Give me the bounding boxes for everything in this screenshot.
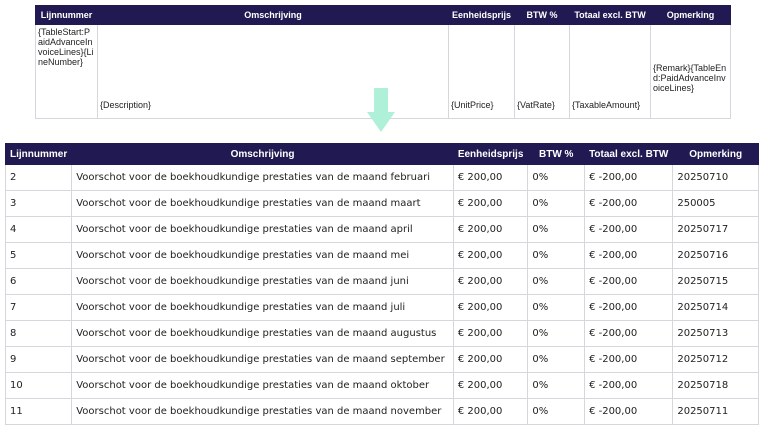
cell-line-number: 7 xyxy=(4,294,73,321)
cell-remark: 20250711 xyxy=(672,398,759,425)
table-row: 3 Voorschot voor de boekhoudkundige pres… xyxy=(4,190,759,217)
cell-vat: 0% xyxy=(527,294,586,321)
table-row: 5 Voorschot voor de boekhoudkundige pres… xyxy=(4,242,759,269)
cell-unit-price: € 200,00 xyxy=(452,372,529,399)
cell-remark: 20250717 xyxy=(672,216,759,243)
template-header-total-excl: Totaal excl. BTW xyxy=(569,5,652,25)
cell-total-excl: € -200,00 xyxy=(584,320,674,347)
template-cell-unit-price: {UnitPrice} xyxy=(447,24,516,119)
cell-remark: 20250715 xyxy=(672,268,759,295)
cell-remark: 20250718 xyxy=(672,372,759,399)
cell-unit-price: € 200,00 xyxy=(452,294,529,321)
cell-description: Voorschot voor de boekhoudkundige presta… xyxy=(71,372,454,399)
cell-line-number: 6 xyxy=(4,268,73,295)
cell-remark: 20250712 xyxy=(672,346,759,373)
result-header-description: Omschrijving xyxy=(71,143,454,165)
cell-vat: 0% xyxy=(527,242,586,269)
cell-unit-price: € 200,00 xyxy=(452,216,529,243)
template-cell-total-excl: {TaxableAmount} xyxy=(569,24,652,119)
cell-vat: 0% xyxy=(527,268,586,295)
result-header-row: Lijnnummer Omschrijving Eenheidsprijs BT… xyxy=(4,143,759,165)
template-cell-line-number: {TableStart:PaidAdvanceInvoiceLines}{Lin… xyxy=(35,24,98,119)
template-header-line-number: Lijnnummer xyxy=(35,5,98,25)
table-row: 4 Voorschot voor de boekhoudkundige pres… xyxy=(4,216,759,243)
cell-unit-price: € 200,00 xyxy=(452,242,529,269)
cell-total-excl: € -200,00 xyxy=(584,346,674,373)
cell-vat: 0% xyxy=(527,398,586,425)
cell-line-number: 10 xyxy=(4,372,73,399)
cell-remark: 20250710 xyxy=(672,164,759,191)
result-header-total-excl: Totaal excl. BTW xyxy=(584,143,674,165)
result-header-remark: Opmerking xyxy=(672,143,759,165)
cell-description: Voorschot voor de boekhoudkundige presta… xyxy=(71,190,454,217)
cell-line-number: 4 xyxy=(4,216,73,243)
cell-line-number: 8 xyxy=(4,320,73,347)
template-cell-description: {Description} xyxy=(97,24,449,119)
result-header-unit-price: Eenheidsprijs xyxy=(452,143,529,165)
cell-total-excl: € -200,00 xyxy=(584,398,674,425)
cell-unit-price: € 200,00 xyxy=(452,268,529,295)
cell-description: Voorschot voor de boekhoudkundige presta… xyxy=(71,242,454,269)
template-cell-vat: {VatRate} xyxy=(514,24,571,119)
cell-total-excl: € -200,00 xyxy=(584,190,674,217)
template-cell-remark: {Remark}{TableEnd:PaidAdvanceInvoiceLine… xyxy=(650,24,732,119)
cell-unit-price: € 200,00 xyxy=(452,398,529,425)
result-table: Lijnnummer Omschrijving Eenheidsprijs BT… xyxy=(4,143,759,425)
table-row: 2 Voorschot voor de boekhoudkundige pres… xyxy=(4,164,759,191)
cell-total-excl: € -200,00 xyxy=(584,268,674,295)
table-row: 7 Voorschot voor de boekhoudkundige pres… xyxy=(4,294,759,321)
cell-total-excl: € -200,00 xyxy=(584,216,674,243)
cell-line-number: 2 xyxy=(4,164,73,191)
cell-unit-price: € 200,00 xyxy=(452,164,529,191)
template-header-unit-price: Eenheidsprijs xyxy=(447,5,516,25)
cell-vat: 0% xyxy=(527,164,586,191)
cell-description: Voorschot voor de boekhoudkundige presta… xyxy=(71,268,454,295)
result-header-vat: BTW % xyxy=(527,143,586,165)
cell-line-number: 9 xyxy=(4,346,73,373)
cell-description: Voorschot voor de boekhoudkundige presta… xyxy=(71,398,454,425)
cell-total-excl: € -200,00 xyxy=(584,242,674,269)
cell-description: Voorschot voor de boekhoudkundige presta… xyxy=(71,164,454,191)
table-row: 8 Voorschot voor de boekhoudkundige pres… xyxy=(4,320,759,347)
cell-unit-price: € 200,00 xyxy=(452,346,529,373)
cell-vat: 0% xyxy=(527,372,586,399)
cell-vat: 0% xyxy=(527,216,586,243)
cell-line-number: 3 xyxy=(4,190,73,217)
cell-total-excl: € -200,00 xyxy=(584,164,674,191)
cell-description: Voorschot voor de boekhoudkundige presta… xyxy=(71,294,454,321)
cell-remark: 20250716 xyxy=(672,242,759,269)
cell-total-excl: € -200,00 xyxy=(584,372,674,399)
cell-line-number: 5 xyxy=(4,242,73,269)
cell-unit-price: € 200,00 xyxy=(452,320,529,347)
table-row: 6 Voorschot voor de boekhoudkundige pres… xyxy=(4,268,759,295)
template-header-row: Lijnnummer Omschrijving Eenheidsprijs BT… xyxy=(35,5,732,25)
cell-vat: 0% xyxy=(527,190,586,217)
template-header-vat: BTW % xyxy=(514,5,571,25)
cell-remark: 20250714 xyxy=(672,294,759,321)
result-header-line-number: Lijnnummer xyxy=(4,143,73,165)
cell-remark: 250005 xyxy=(672,190,759,217)
cell-remark: 20250713 xyxy=(672,320,759,347)
cell-description: Voorschot voor de boekhoudkundige presta… xyxy=(71,346,454,373)
cell-description: Voorschot voor de boekhoudkundige presta… xyxy=(71,216,454,243)
template-header-description: Omschrijving xyxy=(97,5,449,25)
cell-description: Voorschot voor de boekhoudkundige presta… xyxy=(71,320,454,347)
cell-unit-price: € 200,00 xyxy=(452,190,529,217)
cell-vat: 0% xyxy=(527,346,586,373)
cell-total-excl: € -200,00 xyxy=(584,294,674,321)
table-row: 9 Voorschot voor de boekhoudkundige pres… xyxy=(4,346,759,373)
template-header-remark: Opmerking xyxy=(650,5,732,25)
table-row: 10 Voorschot voor de boekhoudkundige pre… xyxy=(4,372,759,399)
down-arrow-icon xyxy=(367,88,395,132)
table-row: 11 Voorschot voor de boekhoudkundige pre… xyxy=(4,398,759,425)
cell-line-number: 11 xyxy=(4,398,73,425)
cell-vat: 0% xyxy=(527,320,586,347)
